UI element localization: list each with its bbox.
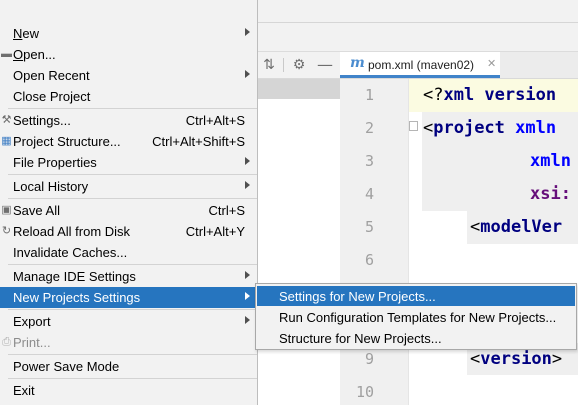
code-line-4: xsi: (530, 184, 571, 204)
code-line-3: xmln (530, 151, 571, 171)
menu-item-label: Exit (13, 383, 35, 398)
submenu-item-label: Structure for New Projects... (279, 331, 442, 346)
menu-item-label: Invalidate Caches... (13, 245, 128, 260)
maven-file-icon: m (350, 55, 365, 71)
project-structure-icon: ▦ (1, 135, 12, 147)
reload-icon: ↻ (1, 225, 12, 237)
menu-separator (8, 174, 257, 175)
menu-item-label: Power Save Mode (13, 359, 120, 374)
folder-open-icon: ▬ (1, 48, 12, 60)
menu-item-export[interactable]: Export (0, 311, 257, 332)
tree-selected-row[interactable] (258, 79, 340, 99)
minimize-icon[interactable]: — (316, 56, 334, 74)
print-icon: ⎙ (2, 336, 11, 348)
menu-item-shortcut: Ctrl+Alt+Shift+S (152, 134, 245, 149)
menu-item-settings[interactable]: ⚒ Settings... Ctrl+Alt+S (0, 110, 257, 131)
divider (283, 58, 284, 72)
menu-item-label: Close Project (13, 89, 91, 104)
line-number: 10 (355, 383, 374, 401)
submenu-arrow-icon (245, 157, 250, 165)
menu-item-new[interactable]: New (0, 23, 257, 44)
menu-item-file-properties[interactable]: File Properties (0, 152, 257, 173)
menu-item-new-projects-settings[interactable]: New Projects Settings (0, 287, 257, 308)
line-number: 4 (364, 185, 374, 203)
menu-item-invalidate-caches[interactable]: Invalidate Caches... (0, 242, 257, 263)
line-number: 6 (364, 251, 374, 269)
menu-item-label: Local History (13, 179, 89, 194)
menu-item-label: New (13, 26, 40, 41)
menu-item-open[interactable]: ▬ Open... (0, 44, 257, 65)
code-line-5: <modelVer (470, 217, 563, 237)
submenu-item-label: Settings for New Projects... (279, 289, 436, 304)
submenu-arrow-icon (245, 271, 250, 279)
menu-item-label: Export (13, 314, 51, 329)
line-number: 5 (364, 218, 374, 236)
menu-item-label: Manage IDE Settings (13, 269, 136, 284)
submenu-arrow-icon (245, 70, 250, 78)
menu-item-label: File Properties (13, 155, 97, 170)
menu-item-label: Open... (13, 47, 56, 62)
project-tree (258, 79, 340, 405)
close-icon[interactable]: ✕ (487, 57, 496, 70)
submenu-arrow-icon (245, 181, 250, 189)
menu-item-label: Settings... (13, 113, 71, 128)
submenu-item-settings-for-new-projects[interactable]: Settings for New Projects... (257, 286, 575, 306)
menu-item-label: Project Structure... (13, 134, 121, 149)
gear-icon[interactable]: ⚙ (290, 56, 308, 74)
menu-item-power-save-mode[interactable]: Power Save Mode (0, 356, 257, 377)
code-line-1: <?xml version (423, 85, 557, 105)
menu-item-reload-all[interactable]: ↻ Reload All from Disk Ctrl+Alt+Y (0, 221, 257, 242)
menu-item-label: Print... (13, 335, 51, 350)
menu-separator (8, 378, 257, 379)
menu-separator (8, 354, 257, 355)
menu-item-print[interactable]: ⎙ Print... (0, 332, 257, 353)
code-line-9: <version> (470, 349, 563, 369)
menu-item-project-structure[interactable]: ▦ Project Structure... Ctrl+Alt+Shift+S (0, 131, 257, 152)
menu-separator (8, 108, 257, 109)
file-menu: New ▬ Open... Open Recent Close Project … (0, 0, 258, 405)
menu-item-label: Open Recent (13, 68, 90, 83)
menu-item-local-history[interactable]: Local History (0, 176, 257, 197)
submenu-item-structure-for-new-projects[interactable]: Structure for New Projects... (257, 328, 575, 348)
ide-navigation-bar (258, 23, 578, 52)
save-icon: ▣ (1, 204, 12, 216)
menu-item-open-recent[interactable]: Open Recent (0, 65, 257, 86)
menu-separator (8, 309, 257, 310)
line-number: 1 (364, 86, 374, 104)
new-projects-settings-submenu: Settings for New Projects... Run Configu… (255, 283, 577, 350)
line-number: 9 (364, 350, 374, 368)
submenu-arrow-icon (245, 28, 250, 36)
submenu-arrow-icon (245, 316, 250, 324)
menu-item-label: Reload All from Disk (13, 224, 131, 239)
code-line-2: <project xmln (423, 118, 557, 138)
line-number: 3 (364, 152, 374, 170)
line-number: 2 (364, 119, 374, 137)
menu-separator (8, 198, 257, 199)
menu-separator (8, 264, 257, 265)
ide-title-area (258, 0, 578, 22)
editor-tab-bar: m pom.xml (maven02) ✕ (340, 52, 578, 79)
collapse-all-icon[interactable]: ⇅ (260, 56, 278, 74)
menu-item-save-all[interactable]: ▣ Save All Ctrl+S (0, 200, 257, 221)
editor-tab-pom-xml[interactable]: m pom.xml (maven02) ✕ (340, 52, 500, 78)
project-tool-window-toolbar: ⇅ ⚙ — (258, 52, 340, 79)
wrench-icon: ⚒ (1, 114, 12, 126)
submenu-item-run-configuration-templates[interactable]: Run Configuration Templates for New Proj… (257, 307, 575, 327)
submenu-arrow-icon (245, 292, 250, 300)
menu-item-shortcut: Ctrl+S (208, 203, 245, 218)
fold-marker-icon[interactable] (409, 121, 418, 131)
editor-tab-label: pom.xml (maven02) (368, 58, 475, 72)
menu-item-close-project[interactable]: Close Project (0, 86, 257, 107)
menu-item-label: New Projects Settings (13, 290, 141, 305)
menu-item-shortcut: Ctrl+Alt+S (185, 113, 245, 128)
menu-item-exit[interactable]: Exit (0, 380, 257, 401)
menu-item-shortcut: Ctrl+Alt+Y (185, 224, 245, 239)
menu-item-manage-ide-settings[interactable]: Manage IDE Settings (0, 266, 257, 287)
submenu-item-label: Run Configuration Templates for New Proj… (279, 310, 557, 325)
menu-item-label: Save All (13, 203, 60, 218)
